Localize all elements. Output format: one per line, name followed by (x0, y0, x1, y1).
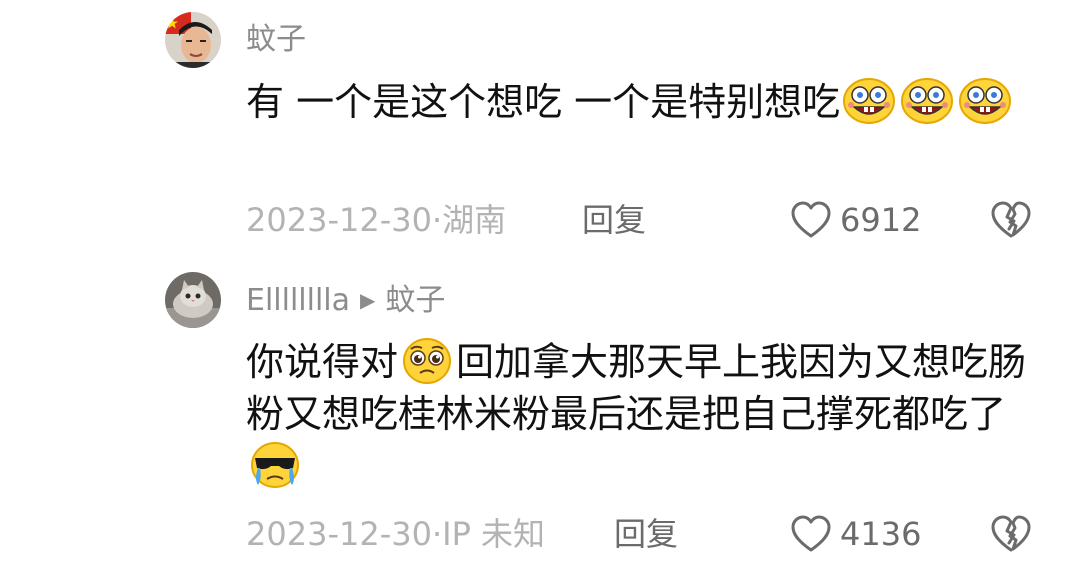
heart-icon (791, 515, 831, 552)
comment-text-content: 有 一个是这个想吃 一个是特别想吃 (246, 80, 841, 124)
broken-heart-icon (991, 201, 1031, 238)
broken-heart-icon (991, 515, 1031, 552)
like-button[interactable]: 4136 (790, 512, 921, 556)
avatar[interactable] (165, 12, 221, 68)
reply-to-username[interactable]: 蚊子 (385, 283, 445, 318)
reply-button[interactable]: 回复 (582, 198, 646, 242)
like-count: 4136 (840, 515, 922, 553)
comment-text-content: 你说得对 (246, 340, 399, 384)
username-text[interactable]: Elllllllla (246, 283, 350, 318)
comment-meta: 2023-12-30·IP 未知 (246, 515, 546, 553)
reply-button[interactable]: 回复 (614, 512, 678, 556)
heart-icon (791, 201, 831, 238)
spongebob-laugh-icon (901, 78, 954, 124)
spongebob-laugh-icon (843, 78, 896, 124)
comment-item: Elllllllla ▶ 蚊子 你说得对 回加拿大那天早上我因为又想吃肠粉又想吃桂林… (0, 262, 1080, 571)
spongebob-laugh-icon (959, 78, 1012, 124)
comment-meta: 2023-12-30·湖南 (246, 201, 507, 239)
comment-text: 你说得对 回加拿大那天早上我因为又想吃肠粉又想吃桂林米粉最后还是把自己撑死都吃了 (246, 336, 1036, 492)
dislike-button[interactable] (990, 512, 1032, 556)
like-button[interactable]: 6912 (790, 198, 921, 242)
like-count: 6912 (840, 201, 922, 239)
username: Elllllllla ▶ 蚊子 (246, 280, 445, 321)
comment-item: 蚊子 有 一个是这个想吃 一个是特别想吃 2023-12-30·湖南 回复 69… (0, 0, 1080, 260)
sunglasses-crying-icon (251, 442, 299, 488)
avatar[interactable] (165, 272, 221, 328)
username[interactable]: 蚊子 (246, 20, 306, 60)
pleading-face-icon (403, 338, 452, 384)
comment-text: 有 一个是这个想吃 一个是特别想吃 (246, 76, 1036, 128)
dislike-button[interactable] (990, 198, 1032, 242)
reply-arrow-icon: ▶ (360, 288, 376, 312)
